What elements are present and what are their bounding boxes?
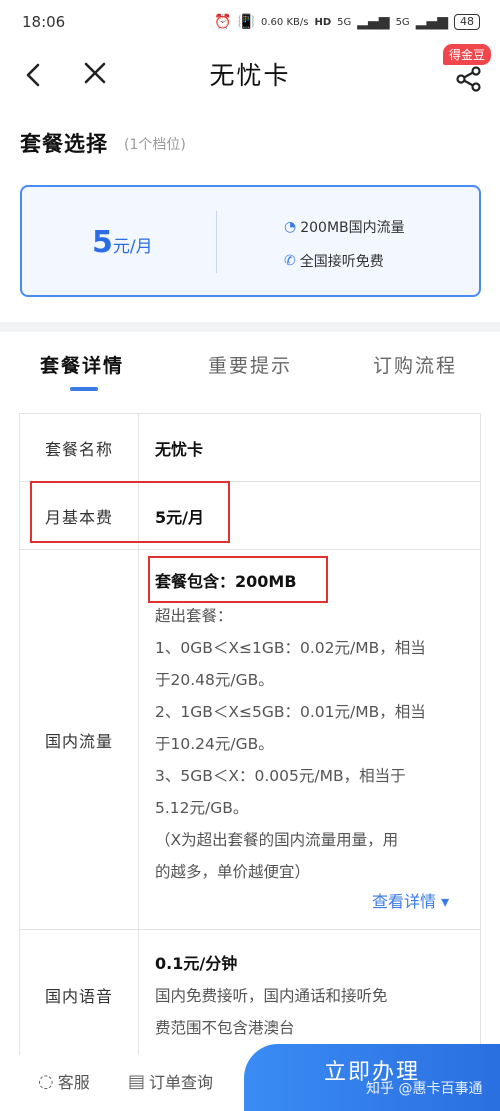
table-row-plan-name: 套餐名称 无忧卡 bbox=[20, 414, 480, 482]
data-detail-line: 1、0GB＜X≤1GB：0.02元/MB，相当 bbox=[155, 639, 426, 657]
plan-name-value: 无忧卡 bbox=[155, 440, 204, 459]
hd-badge: HD bbox=[314, 16, 332, 28]
domestic-voice-label: 国内语音 bbox=[44, 987, 113, 1006]
plan-feature-data: ◔ 200MB国内流量 bbox=[284, 217, 405, 237]
plan-card-divider bbox=[216, 211, 217, 273]
plan-price: 5元/月 bbox=[92, 225, 153, 260]
document-icon: ▤ bbox=[128, 1070, 146, 1092]
detail-tabs: 套餐详情 重要提示 订购流程 bbox=[0, 345, 500, 395]
page-title: 无忧卡 bbox=[209, 61, 291, 90]
data-detail-line: 3、5GB＜X：0.005元/MB，相当于 bbox=[155, 767, 406, 785]
data-detail-line: 于20.48元/GB。 bbox=[155, 671, 274, 689]
table-row-domestic-data: 国内流量 套餐包含：200MB 超出套餐： 1、0GB＜X≤1GB：0.02元/… bbox=[20, 550, 480, 930]
signal-2: 5G bbox=[395, 16, 410, 28]
data-detail-line: 超出套餐： bbox=[155, 607, 233, 625]
data-detail-line: 2、1GB＜X≤5GB：0.01元/MB，相当 bbox=[155, 703, 426, 721]
section-separator bbox=[0, 322, 500, 332]
voice-detail-line: 国内免费接听，国内通话和接听免 bbox=[155, 987, 388, 1005]
tab-plan-details[interactable]: 套餐详情 bbox=[40, 351, 124, 378]
data-detail-line: 于10.24元/GB。 bbox=[155, 735, 274, 753]
plan-section-title: 套餐选择 bbox=[20, 132, 108, 156]
plan-feature-call: ✆ 全国接听免费 bbox=[284, 251, 384, 271]
plan-feature-call-text: 全国接听免费 bbox=[299, 254, 384, 270]
watermark: 知乎 @惠卡百事通 bbox=[366, 1081, 483, 1097]
domestic-voice-value: 0.1元/分钟 bbox=[155, 954, 238, 973]
plan-section-subtitle: (1个档位) bbox=[124, 137, 186, 153]
column-divider bbox=[138, 414, 139, 481]
signal-bars-icon-2: ▂▄▆ bbox=[415, 14, 448, 30]
tab-order-process[interactable]: 订购流程 bbox=[373, 351, 457, 378]
customer-service-label: 客服 bbox=[57, 1073, 90, 1092]
headset-icon: ◌ bbox=[38, 1070, 54, 1092]
plan-name-label: 套餐名称 bbox=[44, 439, 113, 459]
signal-1: 5G bbox=[337, 16, 352, 28]
active-tab-indicator bbox=[70, 387, 98, 391]
data-detail-line: 的越多，单价越便宜） bbox=[155, 863, 311, 881]
voice-detail-line: 费范围不包含港澳台 bbox=[155, 1019, 295, 1037]
domestic-voice-details: 国内免费接听，国内通话和接听免 费范围不包含港澳台 bbox=[155, 980, 470, 1044]
status-time: 18:06 bbox=[22, 13, 66, 31]
tab-important-notes[interactable]: 重要提示 bbox=[208, 351, 292, 378]
nav-bar: 无忧卡 得金豆 bbox=[0, 44, 500, 106]
view-details-link[interactable]: 查看详情 ▾ bbox=[372, 888, 449, 912]
signal-bars-icon: ▂▄▆ bbox=[357, 14, 390, 30]
highlight-box-monthly-fee bbox=[30, 481, 230, 543]
share-icon[interactable] bbox=[454, 64, 484, 94]
data-detail-line: （X为超出套餐的国内流量用量，用 bbox=[155, 831, 399, 849]
data-usage-icon: ◔ bbox=[284, 219, 297, 235]
plan-feature-data-text: 200MB国内流量 bbox=[300, 220, 405, 236]
highlight-box-data-included bbox=[148, 556, 328, 603]
plan-price-unit: 元/月 bbox=[112, 237, 153, 257]
net-speed: 0.60 KB/s bbox=[261, 16, 309, 28]
status-icons: ⏰ 📳 0.60 KB/s HD 5G ▂▄▆ 5G ▂▄▆ 48 bbox=[214, 14, 480, 30]
order-query-button[interactable]: ▤ 订单查询 bbox=[128, 1069, 213, 1093]
battery-level: 48 bbox=[454, 14, 480, 30]
order-query-label: 订单查询 bbox=[149, 1073, 214, 1092]
domestic-data-details: 超出套餐： 1、0GB＜X≤1GB：0.02元/MB，相当 于20.48元/GB… bbox=[155, 600, 470, 888]
customer-service-button[interactable]: ◌ 客服 bbox=[38, 1069, 90, 1093]
domestic-data-label: 国内流量 bbox=[44, 731, 113, 751]
phone-icon: ✆ bbox=[284, 253, 296, 269]
plan-price-number: 5 bbox=[92, 225, 113, 260]
alarm-icon: ⏰ bbox=[214, 14, 232, 30]
column-divider bbox=[138, 550, 139, 929]
gold-beans-badge[interactable]: 得金豆 bbox=[443, 44, 492, 65]
plan-option-card[interactable]: 5元/月 ◔ 200MB国内流量 ✆ 全国接听免费 bbox=[20, 185, 481, 297]
status-bar: 18:06 ⏰ 📳 0.60 KB/s HD 5G ▂▄▆ 5G ▂▄▆ 48 bbox=[0, 0, 500, 44]
vibrate-icon: 📳 bbox=[237, 14, 255, 30]
data-detail-line: 5.12元/GB。 bbox=[155, 799, 249, 817]
